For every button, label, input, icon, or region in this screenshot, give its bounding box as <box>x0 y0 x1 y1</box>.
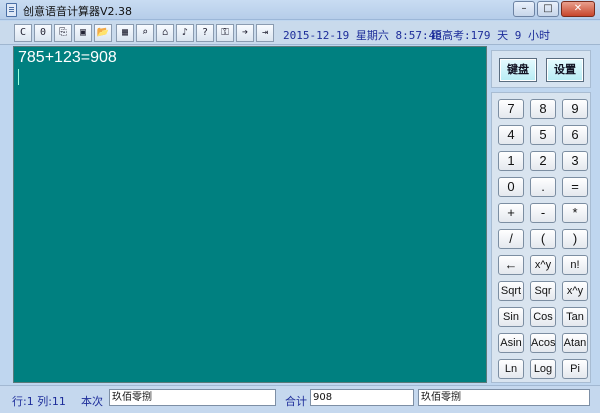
key-divide[interactable]: / <box>498 229 524 249</box>
settings-button[interactable]: 设置 <box>546 58 584 82</box>
key-pi[interactable]: Pi <box>562 359 588 379</box>
mode-panel: 键盘 设置 <box>491 50 591 88</box>
key-9[interactable]: 9 <box>562 99 588 119</box>
key-cos[interactable]: Cos <box>530 307 556 327</box>
key-minus[interactable]: - <box>530 203 556 223</box>
open-button[interactable]: 📂 <box>94 24 112 42</box>
next-button[interactable]: ➔ <box>236 24 254 42</box>
title-bar: 创意语音计算器V2.38 – □ ✕ <box>0 0 600 20</box>
exit-icon: ⇥ <box>261 27 269 38</box>
keypad: 7 8 9 4 5 6 1 2 3 0 . = + - * / ( ) ← x^… <box>491 92 591 383</box>
key-close-paren[interactable]: ) <box>562 229 588 249</box>
key-atan[interactable]: Atan <box>562 333 588 353</box>
maximize-button[interactable]: □ <box>537 1 559 17</box>
total-label: 合计 <box>285 395 307 408</box>
folder-icon: 📂 <box>96 27 110 38</box>
key-power-2[interactable]: x^y <box>562 281 588 301</box>
key-acos[interactable]: Acos <box>530 333 556 353</box>
save-button[interactable]: ▣ <box>74 24 92 42</box>
key-power[interactable]: x^y <box>530 255 556 275</box>
key-asin[interactable]: Asin <box>498 333 524 353</box>
key-2[interactable]: 2 <box>530 151 556 171</box>
key-tan[interactable]: Tan <box>562 307 588 327</box>
datetime-display: 2015-12-19 星期六 8:57:48 <box>283 29 442 42</box>
key-factorial[interactable]: n! <box>562 255 588 275</box>
help-button[interactable]: ? <box>196 24 214 42</box>
key-button[interactable]: ⚿ <box>216 24 234 42</box>
toolbar: C 0 ⎘ ▣ 📂 ▦ ⌕ ⌂ ♪ ? ⚿ ➔ ⇥ 2015-12-19 星期六… <box>0 21 600 45</box>
key-plus[interactable]: + <box>498 203 524 223</box>
speaker-icon: ♪ <box>181 27 189 38</box>
clear-icon: C <box>19 27 27 38</box>
key-open-paren[interactable]: ( <box>530 229 556 249</box>
key-multiply[interactable]: * <box>562 203 588 223</box>
zero-icon: 0 <box>39 27 47 38</box>
key-ln[interactable]: Ln <box>498 359 524 379</box>
key-sqr[interactable]: Sqr <box>530 281 556 301</box>
key-6[interactable]: 6 <box>562 125 588 145</box>
help-icon: ? <box>201 27 209 38</box>
keyboard-button[interactable]: 键盘 <box>499 58 537 82</box>
key-4[interactable]: 4 <box>498 125 524 145</box>
key-7[interactable]: 7 <box>498 99 524 119</box>
calculation-editor[interactable]: 785+123=908 <box>13 46 487 383</box>
key-8[interactable]: 8 <box>530 99 556 119</box>
total-value-field: 908 <box>310 389 414 406</box>
search-icon: ⌕ <box>141 27 149 38</box>
zero-button[interactable]: 0 <box>34 24 52 42</box>
current-label: 本次 <box>81 395 103 408</box>
exam-countdown: 距高考:179 天 9 小时 <box>431 29 550 42</box>
key-sqrt[interactable]: Sqrt <box>498 281 524 301</box>
minimize-button[interactable]: – <box>513 1 535 17</box>
voice-button[interactable]: ♪ <box>176 24 194 42</box>
text-caret <box>18 69 19 85</box>
close-button[interactable]: ✕ <box>561 1 595 17</box>
status-bar: 行:1 列:11 本次 玖佰零捌 合计 908 玖佰零捌 <box>0 385 600 413</box>
current-value-field: 玖佰零捌 <box>109 389 276 406</box>
key-1[interactable]: 1 <box>498 151 524 171</box>
window-title: 创意语音计算器V2.38 <box>23 5 133 18</box>
save-icon: ▣ <box>79 27 87 38</box>
calendar-icon: ▦ <box>121 27 129 38</box>
cursor-position: 行:1 列:11 <box>12 395 66 408</box>
expression-line: 785+123=908 <box>18 49 117 66</box>
home-button[interactable]: ⌂ <box>156 24 174 42</box>
find-button[interactable]: ⌕ <box>136 24 154 42</box>
copy-button[interactable]: ⎘ <box>54 24 72 42</box>
exit-button[interactable]: ⇥ <box>256 24 274 42</box>
key-log[interactable]: Log <box>530 359 556 379</box>
calendar-button[interactable]: ▦ <box>116 24 134 42</box>
key-equals[interactable]: = <box>562 177 588 197</box>
key-decimal[interactable]: . <box>530 177 556 197</box>
key-icon: ⚿ <box>221 27 229 38</box>
home-icon: ⌂ <box>161 27 169 38</box>
copy-icon: ⎘ <box>59 27 67 38</box>
key-sin[interactable]: Sin <box>498 307 524 327</box>
clear-button[interactable]: C <box>14 24 32 42</box>
key-3[interactable]: 3 <box>562 151 588 171</box>
app-icon <box>6 3 17 17</box>
key-0[interactable]: 0 <box>498 177 524 197</box>
key-backspace[interactable]: ← <box>498 255 524 275</box>
total-words-field: 玖佰零捌 <box>418 389 590 406</box>
arrow-right-icon: ➔ <box>241 27 249 38</box>
key-5[interactable]: 5 <box>530 125 556 145</box>
